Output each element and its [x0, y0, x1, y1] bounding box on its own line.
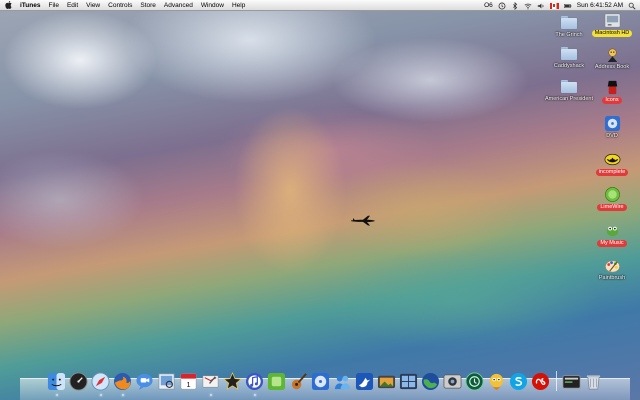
desktop-item-my-music[interactable]: My Music: [582, 222, 640, 247]
people-icon[interactable]: [333, 371, 353, 391]
iphoto-icon[interactable]: [377, 371, 397, 391]
menu-extras: O6 Sun 6:41:52 AM: [484, 0, 636, 11]
menu-window[interactable]: Window: [197, 0, 228, 11]
desktop-item-label: Macintosh HD: [591, 30, 633, 37]
adium-icon[interactable]: [487, 371, 507, 391]
desktop-item-paintbrush[interactable]: Paintbrush: [582, 257, 640, 282]
desktop-item-label: The Grinch: [555, 32, 583, 38]
battery-icon[interactable]: [563, 2, 572, 10]
desktop-item-label: Address Book: [594, 64, 630, 70]
batman-icon: [604, 151, 621, 168]
menu-extra-text[interactable]: O6: [484, 0, 493, 11]
menu-controls[interactable]: Controls: [104, 0, 136, 11]
music-icon: [604, 222, 621, 239]
ichat-icon[interactable]: [135, 371, 155, 391]
finder-icon[interactable]: [47, 371, 67, 396]
garageband-icon[interactable]: [289, 371, 309, 391]
icons-icon: [604, 79, 621, 96]
folder-icon: [561, 16, 577, 29]
google-earth-icon[interactable]: [421, 371, 441, 391]
spotlight-icon[interactable]: [628, 2, 636, 10]
limewire-icon[interactable]: [267, 371, 287, 391]
input-menu-flag-icon[interactable]: [549, 2, 559, 9]
menu-clock[interactable]: Sun 6:41:52 AM: [577, 0, 623, 11]
desktop-item-label: DVD: [606, 133, 618, 139]
address-book-icon: [604, 46, 621, 63]
spaces-icon[interactable]: [399, 371, 419, 391]
paintbrush-icon: [604, 257, 621, 274]
photo-booth-icon[interactable]: [443, 371, 463, 391]
ical-day-number: 1: [186, 380, 190, 389]
imovie-icon[interactable]: [223, 371, 243, 391]
desktop-item-label: My Music: [597, 240, 627, 247]
safari-icon[interactable]: [91, 371, 111, 396]
desktop-item-macintosh-hd[interactable]: Macintosh HD: [582, 12, 640, 37]
volume-icon[interactable]: [537, 2, 545, 10]
desktop-item-label: incomplete: [595, 169, 629, 176]
dock: 1: [20, 368, 630, 396]
folder-icon: [561, 80, 577, 93]
dock-separator: [555, 371, 557, 391]
desktop-item-icons[interactable]: Icons: [582, 79, 640, 104]
menu-store[interactable]: Store: [136, 0, 160, 11]
desktop-item-label: LimeWire: [597, 204, 627, 211]
terminal-stack-icon[interactable]: [562, 371, 582, 391]
menu-edit[interactable]: Edit: [63, 0, 82, 11]
desktop-item-label: Paintbrush: [598, 275, 626, 281]
bird-icon[interactable]: [355, 371, 375, 391]
dvd-icon: [604, 115, 621, 132]
folder-icon: [561, 47, 577, 60]
menu-advanced[interactable]: Advanced: [160, 0, 197, 11]
itunes-icon[interactable]: [245, 371, 265, 396]
desktop-item-label: Icons: [602, 97, 622, 104]
apple-menu-icon[interactable]: [0, 0, 16, 11]
menu-bar: iTunes File Edit View Controls Store Adv…: [0, 0, 640, 11]
limewire-icon: [604, 186, 621, 203]
desktop-item-address-book[interactable]: Address Book: [582, 46, 640, 71]
bluetooth-icon[interactable]: [511, 1, 519, 10]
airplane-image: [351, 215, 375, 226]
time-machine-icon[interactable]: [465, 371, 485, 391]
preview-icon[interactable]: [157, 371, 177, 391]
desktop-item-dvd[interactable]: DVD: [582, 115, 640, 140]
mail-icon[interactable]: [201, 371, 221, 396]
menu-help[interactable]: Help: [228, 0, 249, 11]
time-machine-menu-icon[interactable]: [498, 2, 506, 10]
wifi-icon[interactable]: [524, 2, 532, 10]
menu-view[interactable]: View: [82, 0, 104, 11]
skype-icon[interactable]: [509, 371, 529, 391]
menu-file[interactable]: File: [44, 0, 62, 11]
desktop-item-limewire[interactable]: LimeWire: [582, 186, 640, 211]
desktop-item-incomplete[interactable]: incomplete: [582, 151, 640, 176]
trash-icon[interactable]: [584, 371, 604, 391]
lastfm-icon[interactable]: [531, 371, 551, 391]
ical-icon[interactable]: 1: [179, 371, 199, 391]
hard-drive-icon: [604, 12, 621, 29]
firefox-icon[interactable]: [113, 371, 133, 396]
dvd-player-icon[interactable]: [311, 371, 331, 391]
dashboard-icon[interactable]: [69, 371, 89, 391]
menu-app-name[interactable]: iTunes: [16, 0, 44, 11]
